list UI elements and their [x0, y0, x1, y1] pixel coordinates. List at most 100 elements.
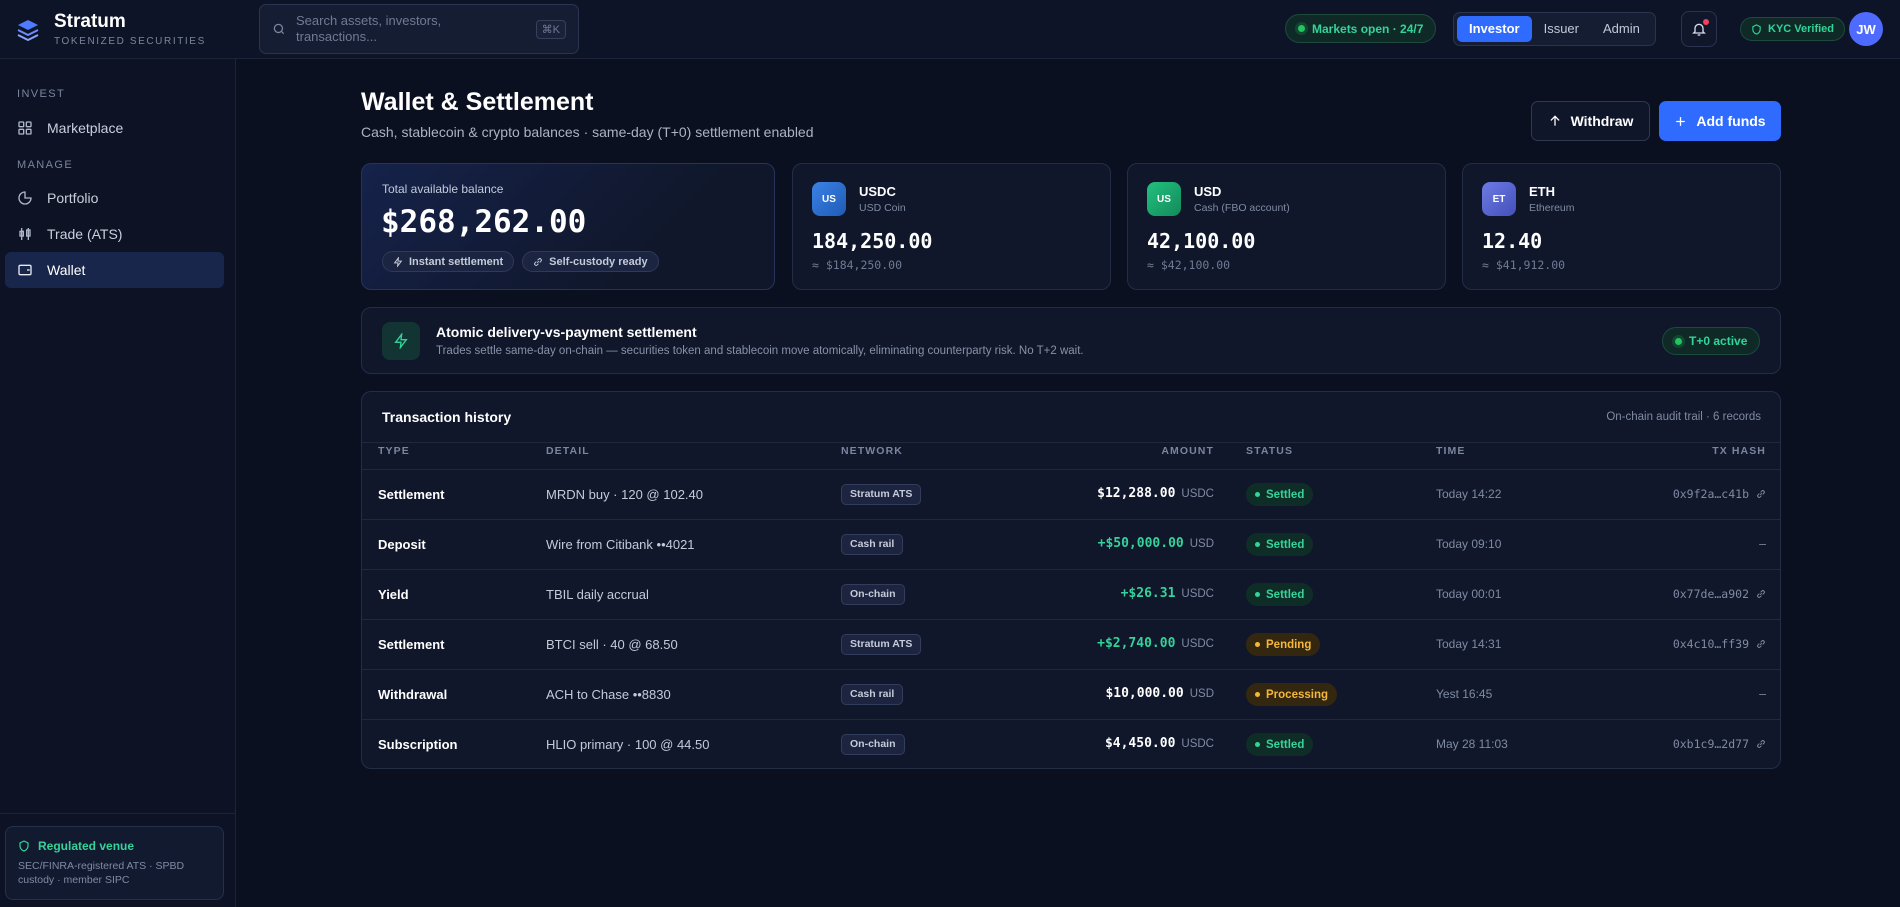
- tx-type: Deposit: [378, 537, 426, 552]
- table-row[interactable]: Deposit Wire from Citibank ••4021 Cash r…: [362, 519, 1780, 569]
- tx-amount: $10,000.00 USD: [1105, 686, 1214, 701]
- shield-check-icon: [1752, 23, 1761, 35]
- candlestick-icon: [19, 228, 31, 240]
- banner-text: Trades settle same-day on-chain — securi…: [436, 345, 1084, 357]
- tx-status-badge: Settled: [1246, 583, 1314, 606]
- sidebar-item-marketplace[interactable]: Marketplace: [5, 110, 224, 146]
- tx-status-badge: Settled: [1246, 533, 1314, 556]
- total-balance-card: Total available balance $268,262.00 Inst…: [361, 163, 775, 290]
- table-row[interactable]: Settlement BTCI sell · 40 @ 68.50 Stratu…: [362, 619, 1780, 669]
- column-header-detail[interactable]: DETAIL: [546, 445, 590, 457]
- column-header-status[interactable]: STATUS: [1246, 445, 1293, 457]
- asset-symbol: USDC: [859, 184, 896, 199]
- asset-balance: 42,100.00: [1147, 229, 1256, 253]
- tx-type: Settlement: [378, 637, 445, 652]
- sidebar-item-wallet[interactable]: Wallet: [5, 252, 224, 288]
- column-header-amount[interactable]: AMOUNT: [1161, 445, 1214, 457]
- tx-status-text: Settled: [1266, 488, 1305, 501]
- tx-type: Yield: [378, 587, 409, 602]
- tx-amount: +$2,740.00 USDC: [1097, 636, 1214, 651]
- regulated-title: Regulated venue: [38, 839, 135, 853]
- column-header-tx-hash[interactable]: TX HASH: [1712, 445, 1766, 457]
- link-icon: [1757, 590, 1765, 598]
- total-balance-label: Total available balance: [382, 182, 504, 196]
- transaction-history-title: Transaction history: [382, 409, 512, 425]
- tx-detail: TBIL daily accrual: [546, 587, 649, 602]
- table-row[interactable]: Settlement MRDN buy · 120 @ 102.40 Strat…: [362, 469, 1780, 519]
- asset-name: Ethereum: [1529, 202, 1575, 214]
- sidebar-item-label: Trade (ATS): [47, 226, 123, 242]
- search-icon: [273, 23, 285, 35]
- asset-balance: 12.40: [1482, 229, 1543, 253]
- asset-card-usdc[interactable]: US USDC USD Coin 184,250.00 ≈ $184,250.0…: [792, 163, 1111, 290]
- withdraw-label: Withdraw: [1570, 113, 1634, 129]
- lightning-icon: [393, 256, 403, 267]
- asset-usd-value: ≈ $42,100.00: [1147, 258, 1231, 272]
- brand-subtitle: TOKENIZED SECURITIES: [54, 36, 206, 47]
- table-row[interactable]: Yield TBIL daily accrual On-chain +$26.3…: [362, 569, 1780, 619]
- tx-amount-value: $12,288.00: [1097, 486, 1176, 501]
- tx-time: Today 09:10: [1436, 537, 1502, 551]
- tx-amount-value: +$2,740.00: [1097, 636, 1176, 651]
- tx-time: May 28 11:03: [1436, 737, 1508, 751]
- column-header-type[interactable]: TYPE: [378, 445, 410, 457]
- stack-logo-icon: [17, 19, 39, 41]
- tx-hash-link[interactable]: 0xb1c9…2d77: [1673, 737, 1766, 751]
- withdraw-button[interactable]: Withdraw: [1531, 101, 1650, 141]
- sidebar-item-portfolio[interactable]: Portfolio: [5, 180, 224, 216]
- wallet-icon: [18, 264, 32, 276]
- column-header-time[interactable]: TIME: [1436, 445, 1465, 457]
- tx-amount: +$26.31 USDC: [1121, 586, 1214, 601]
- role-issuer-button[interactable]: Issuer: [1532, 16, 1591, 42]
- tx-status-badge: Processing: [1246, 683, 1337, 706]
- role-admin-button[interactable]: Admin: [1591, 16, 1652, 42]
- link-icon: [1757, 640, 1765, 648]
- column-header-network[interactable]: NETWORK: [841, 445, 903, 457]
- status-dot-icon: [1298, 25, 1305, 32]
- tx-network-badge: Stratum ATS: [841, 634, 922, 655]
- tx-hash-link[interactable]: 0x77de…a902: [1673, 587, 1766, 601]
- sidebar-divider: [0, 813, 236, 814]
- banner-title: Atomic delivery-vs-payment settlement: [436, 324, 697, 340]
- tx-status-text: Pending: [1266, 638, 1312, 651]
- tx-hash-text: 0x77de…a902: [1672, 587, 1749, 601]
- asset-card-eth[interactable]: ET ETH Ethereum 12.40 ≈ $41,912.00: [1462, 163, 1781, 290]
- nav-section-invest: INVEST: [17, 88, 66, 100]
- tx-time: Today 00:01: [1436, 587, 1502, 601]
- asset-symbol: ETH: [1529, 184, 1555, 199]
- role-investor-button[interactable]: Investor: [1457, 16, 1532, 42]
- grid-icon: [18, 121, 32, 135]
- tx-hash-link[interactable]: 0x4c10…ff39: [1673, 637, 1766, 651]
- table-row[interactable]: Subscription HLIO primary · 100 @ 44.50 …: [362, 719, 1780, 768]
- status-dot-icon: [1675, 337, 1682, 345]
- tx-type: Withdrawal: [378, 687, 448, 702]
- usdc-coin-icon: US: [812, 182, 846, 216]
- sidebar-item-label: Wallet: [47, 262, 86, 278]
- tx-status-text: Processing: [1266, 688, 1328, 701]
- total-balance-value: $268,262.00: [381, 204, 587, 240]
- search-input[interactable]: Search assets, investors, transactions..…: [259, 4, 579, 54]
- asset-symbol: USD: [1194, 184, 1222, 199]
- kyc-status-badge: KYC Verified: [1740, 17, 1846, 41]
- asset-usd-value: ≈ $184,250.00: [812, 258, 903, 272]
- table-row[interactable]: Withdrawal ACH to Chase ••8830 Cash rail…: [362, 669, 1780, 719]
- asset-card-usd[interactable]: US USD Cash (FBO account) 42,100.00 ≈ $4…: [1127, 163, 1446, 290]
- tx-network-badge: On-chain: [841, 584, 905, 605]
- brand[interactable]: Stratum TOKENIZED SECURITIES: [16, 12, 206, 47]
- search-placeholder: Search assets, investors, transactions..…: [296, 13, 442, 44]
- tx-network-badge: On-chain: [841, 734, 905, 755]
- add-funds-button[interactable]: Add funds: [1659, 101, 1781, 141]
- self-custody-chip: Self-custody ready: [522, 251, 659, 272]
- chip-label: Self-custody ready: [549, 255, 648, 268]
- notifications-button[interactable]: [1681, 11, 1717, 47]
- asset-balance: 184,250.00: [812, 229, 933, 253]
- t0-status-text: T+0 active: [1689, 334, 1748, 348]
- asset-name: USD Coin: [859, 202, 906, 214]
- tx-amount-value: +$50,000.00: [1097, 536, 1184, 551]
- tx-hash-text: 0xb1c9…2d77: [1672, 737, 1749, 751]
- tx-hash-link[interactable]: 0x9f2a…c41b: [1673, 487, 1766, 501]
- tx-currency: USDC: [1181, 638, 1214, 650]
- user-avatar[interactable]: JW: [1849, 12, 1883, 46]
- eth-coin-icon: ET: [1482, 182, 1516, 216]
- sidebar-item-trade[interactable]: Trade (ATS): [5, 216, 224, 252]
